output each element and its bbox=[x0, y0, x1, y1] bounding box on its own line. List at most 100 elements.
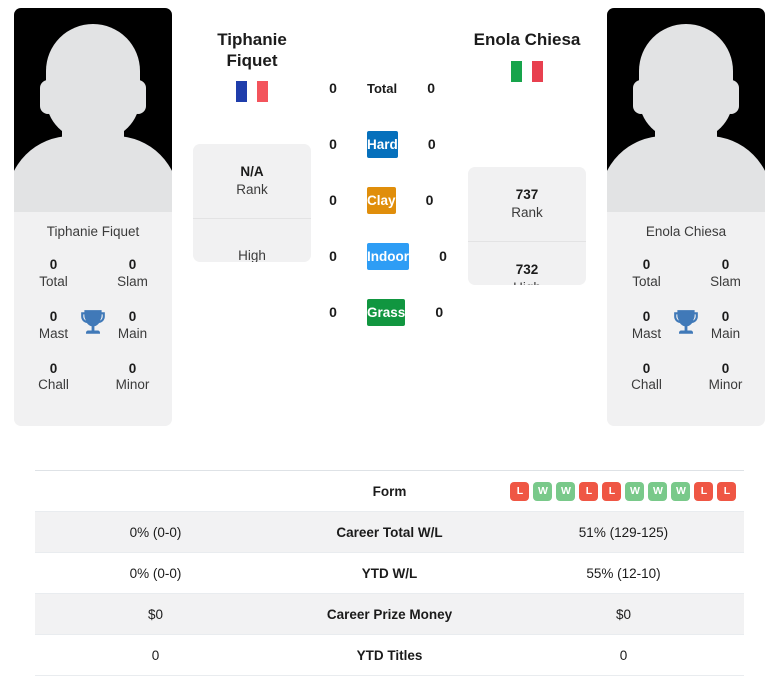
form-badge-list: LWWLLWWWLL bbox=[503, 481, 744, 501]
table-row: 0% (0-0) YTD W/L 55% (12-10) bbox=[35, 552, 744, 594]
left-titles-minor-label: Minor bbox=[115, 377, 150, 393]
surface-label-indoor[interactable]: Indoor bbox=[367, 242, 409, 270]
left-player-name-line2: Fiquet bbox=[226, 50, 278, 70]
surface-row-hard: 0 Hard 0 bbox=[311, 116, 447, 172]
stats-career-wl-left: 0% (0-0) bbox=[35, 511, 277, 553]
right-player-name-line1: Enola Chiesa bbox=[473, 30, 581, 49]
right-info-rank-label: Rank bbox=[511, 205, 543, 220]
right-player-flag-italy-flag bbox=[510, 59, 544, 83]
form-badge-l: L bbox=[510, 481, 530, 501]
left-info-rank-label: Rank bbox=[236, 182, 268, 197]
left-score-indoor: 0 bbox=[329, 248, 337, 264]
stats-career-wl-label: Career Total W/L bbox=[276, 511, 503, 553]
left-score-total: 0 bbox=[329, 80, 337, 96]
right-titles-total-label: Total bbox=[632, 273, 661, 289]
stats-ytd-titles-left: 0 bbox=[35, 634, 277, 676]
stats-ytd-titles-right: 0 bbox=[502, 634, 744, 676]
surface-label-total: Total bbox=[367, 80, 398, 96]
left-titles-slam-value: 0 bbox=[128, 257, 137, 272]
left-player-titles-grid: 0 Total 0 Slam 0 Mast 0 Main 0 Chall 0 M… bbox=[14, 253, 172, 426]
stats-form-left bbox=[35, 470, 277, 512]
right-info-high-value: 732 bbox=[515, 262, 539, 278]
left-player-header: Tiphanie Fiquet bbox=[193, 8, 311, 126]
left-titles-slam: 0 Slam bbox=[93, 257, 172, 291]
left-titles-total-label: Total bbox=[39, 273, 68, 289]
left-player-card-name: Tiphanie Fiquet bbox=[46, 224, 140, 239]
left-info-rank: N/A Rank bbox=[193, 144, 311, 219]
left-titles-minor: 0 Minor bbox=[93, 361, 172, 395]
form-badge-l: L bbox=[579, 481, 599, 501]
form-badge-w: W bbox=[533, 481, 553, 501]
form-badge-w: W bbox=[671, 481, 691, 501]
trophy-icon bbox=[674, 310, 698, 334]
stats-table: Form LWWLLWWWLL 0% (0-0) Career Total W/… bbox=[35, 470, 744, 676]
left-info-high-label: High bbox=[238, 248, 266, 262]
stats-prize-money-left: $0 bbox=[35, 593, 277, 635]
right-score-clay: 0 bbox=[425, 192, 434, 208]
form-badge-l: L bbox=[717, 481, 737, 501]
player-comparison-section: Tiphanie Fiquet 0 Total 0 Slam 0 Mast 0 bbox=[0, 0, 779, 470]
left-score-grass: 0 bbox=[329, 304, 337, 320]
stats-prize-money-label: Career Prize Money bbox=[276, 593, 503, 635]
surface-row-indoor: 0 Indoor 0 bbox=[311, 228, 447, 284]
left-player-info-column: N/A Rank High 24 Age Plays bbox=[193, 144, 311, 262]
form-badge-l: L bbox=[602, 481, 622, 501]
stats-ytd-titles-label: YTD Titles bbox=[276, 634, 503, 676]
right-player-card[interactable]: Enola Chiesa 0 Total 0 Slam 0 Mast 0 Mai… bbox=[607, 8, 765, 427]
right-titles-minor: 0 Minor bbox=[686, 361, 765, 395]
left-titles-chall-value: 0 bbox=[49, 360, 58, 376]
table-row: 0% (0-0) Career Total W/L 51% (129-125) bbox=[35, 511, 744, 553]
surface-comparison-column: 0 Total 0 0 Hard 0 0 Clay 0 0 Indoor 0 0… bbox=[311, 8, 447, 340]
table-row: Form LWWLLWWWLL bbox=[35, 470, 744, 512]
right-player-info-column: 737 Rank 732 High 23 Age Plays bbox=[468, 167, 586, 285]
right-titles-total-value: 0 bbox=[642, 257, 651, 272]
left-titles-chall: 0 Chall bbox=[14, 361, 93, 395]
left-player-card[interactable]: Tiphanie Fiquet 0 Total 0 Slam 0 Mast 0 bbox=[14, 8, 172, 427]
right-info-high: 732 High bbox=[468, 242, 586, 285]
form-badge-w: W bbox=[556, 481, 576, 501]
left-titles-total: 0 Total bbox=[14, 257, 93, 291]
table-row: 0 YTD Titles 0 bbox=[35, 634, 744, 676]
form-badge-w: W bbox=[625, 481, 645, 501]
stats-career-wl-right: 51% (129-125) bbox=[502, 511, 744, 553]
right-score-grass: 0 bbox=[435, 304, 444, 320]
left-player-name-line1: Tiphanie bbox=[217, 30, 287, 49]
trophy-icon bbox=[81, 310, 105, 334]
right-player-header: Enola Chiesa bbox=[468, 8, 586, 126]
left-player-flag-france-flag bbox=[235, 80, 269, 104]
left-titles-chall-label: Chall bbox=[38, 377, 69, 393]
right-player-card-name: Enola Chiesa bbox=[645, 224, 727, 239]
stats-form-right: LWWLLWWWLL bbox=[502, 470, 744, 512]
right-info-rank-value: 737 bbox=[515, 187, 539, 203]
stats-ytd-wl-right: 55% (12-10) bbox=[502, 552, 744, 594]
right-titles-chall-label: Chall bbox=[631, 377, 662, 393]
surface-label-clay[interactable]: Clay bbox=[367, 186, 396, 214]
surface-label-hard[interactable]: Hard bbox=[367, 130, 398, 158]
left-player-avatar bbox=[14, 8, 172, 212]
left-info-rank-value: N/A bbox=[240, 164, 264, 180]
surface-row-grass: 0 Grass 0 bbox=[311, 284, 447, 340]
right-player-avatar bbox=[607, 8, 765, 212]
right-titles-minor-label: Minor bbox=[708, 377, 743, 393]
right-titles-slam-label: Slam bbox=[710, 273, 741, 289]
head-to-head-stats-section: Form LWWLLWWWLL 0% (0-0) Career Total W/… bbox=[0, 470, 779, 676]
right-info-rank: 737 Rank bbox=[468, 167, 586, 242]
form-badge-l: L bbox=[694, 481, 714, 501]
stats-form-label: Form bbox=[276, 470, 503, 512]
form-badge-w: W bbox=[648, 481, 668, 501]
stats-ytd-wl-label: YTD W/L bbox=[276, 552, 503, 594]
right-titles-chall: 0 Chall bbox=[607, 361, 686, 395]
right-titles-chall-value: 0 bbox=[642, 360, 651, 376]
surface-row-clay: 0 Clay 0 bbox=[311, 172, 447, 228]
right-titles-minor-value: 0 bbox=[721, 360, 730, 376]
stats-prize-money-right: $0 bbox=[502, 593, 744, 635]
surface-row-total: 0 Total 0 bbox=[311, 60, 447, 116]
left-titles-minor-value: 0 bbox=[128, 360, 137, 376]
surface-label-grass[interactable]: Grass bbox=[367, 298, 406, 326]
left-score-hard: 0 bbox=[329, 136, 337, 152]
stats-ytd-wl-left: 0% (0-0) bbox=[35, 552, 277, 594]
left-titles-total-value: 0 bbox=[49, 257, 58, 272]
table-row: $0 Career Prize Money $0 bbox=[35, 593, 744, 635]
right-titles-slam: 0 Slam bbox=[686, 257, 765, 291]
right-titles-total: 0 Total bbox=[607, 257, 686, 291]
